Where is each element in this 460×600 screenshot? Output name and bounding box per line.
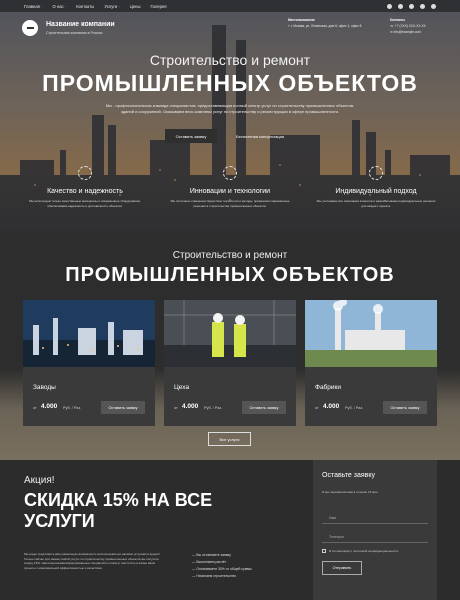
promo-step: — Выполняем расчёт: [192, 560, 227, 564]
feature-text: Мы постоянно совершенствуем свои техноло…: [170, 199, 290, 208]
promo-title: СКИДКА 15% НА ВСЕ УСЛУГИ: [24, 490, 213, 531]
card-price: 4.000: [41, 403, 58, 410]
nav-item-contacts[interactable]: Контакты: [76, 4, 94, 9]
request-button[interactable]: Оставить заявку: [165, 129, 217, 143]
company-name: Название компании: [46, 21, 115, 28]
price-prefix: от: [174, 406, 178, 410]
telegram-icon[interactable]: [387, 3, 392, 9]
promo-label: Акция!: [24, 475, 55, 486]
consent-label: Я согласен(на) с политикой конфиденциаль…: [329, 549, 399, 553]
consultation-button[interactable]: Бесплатная консультация: [224, 129, 296, 143]
address-block: Местоположение ⌖ г. Москва, ул. Ленинска…: [288, 17, 383, 29]
innovation-icon: [223, 166, 237, 180]
hero-section: Главная · О нас · Контакты Услуги · Цены…: [0, 0, 460, 232]
name-field[interactable]: Имя: [322, 512, 428, 524]
phone-link[interactable]: +7 (XXX) XXX-XX-XX: [395, 24, 426, 28]
factory-image: [305, 300, 437, 367]
hero-description: Мы - профессиональная команда специалист…: [105, 103, 355, 114]
nav-item-services[interactable]: Услуги ·: [104, 4, 119, 9]
nav-item-about[interactable]: О нас ·: [53, 4, 67, 9]
feature-title: Инновации и технологии: [189, 188, 271, 195]
whatsapp-icon[interactable]: [420, 3, 425, 9]
card-title: Фабрики: [315, 384, 341, 391]
form-subtitle: И мы перезвоним вам в течение 15 мин: [322, 490, 378, 494]
card-title: Заводы: [33, 384, 56, 391]
all-services-button[interactable]: Все услуги: [208, 432, 251, 446]
price-unit: Руб. / Раз.: [63, 406, 82, 410]
consent-row: Я согласен(на) с политикой конфиденциаль…: [322, 549, 398, 553]
card-price: 4.000: [323, 403, 340, 410]
price-unit: Руб. / Раз.: [204, 406, 223, 410]
feature-innovation: Инновации и технологии Мы постоянно сове…: [170, 166, 290, 208]
promo-step: — Вы оставляете заявку: [192, 553, 231, 557]
company-subtitle: Строительная компания в России: [46, 31, 103, 35]
email-link[interactable]: info@example.com: [394, 30, 421, 34]
services-title: Строительство и ремонт: [172, 250, 288, 261]
social-links: [387, 3, 436, 9]
feature-quality: Качество и надежность Мы используем толь…: [25, 166, 145, 208]
promo-step: — Начинаем строительство: [192, 574, 237, 578]
price-unit: Руб. / Раз.: [345, 406, 364, 410]
nav-item-home[interactable]: Главная ·: [24, 4, 43, 9]
feature-individual: Индивидуальный подход Мы учитываем все п…: [316, 166, 436, 208]
hero-title: Строительство и ремонт: [149, 52, 311, 68]
submit-button[interactable]: Отправить: [322, 561, 362, 575]
promo-steps: — Вы оставляете заявку — Выполняем расчё…: [192, 552, 252, 580]
card-request-button[interactable]: Оставить заявку: [101, 401, 145, 414]
price-prefix: от: [33, 406, 37, 410]
price-prefix: от: [315, 406, 319, 410]
card-request-button[interactable]: Оставить заявку: [242, 401, 286, 414]
phone-field[interactable]: Телефон: [322, 531, 428, 543]
service-card-factories: Фабрики от 4.000 Руб. / Раз. Оставить за…: [305, 300, 437, 426]
facebook-icon[interactable]: [398, 3, 403, 9]
top-navigation: Главная · О нас · Контакты Услуги · Цены…: [0, 0, 460, 12]
contacts-block: Контакты ☏ +7 (XXX) XXX-XX-XX ✉ info@exa…: [390, 17, 450, 35]
promo-text: Мы рады предложить вам уникальную возмож…: [24, 552, 160, 570]
card-price: 4.000: [182, 403, 199, 410]
nav-item-gallery[interactable]: Галерея: [151, 4, 167, 9]
twitter-icon[interactable]: [409, 3, 414, 9]
address-text: г. Москва, ул. Ленинская, дом 6, офис 1,…: [290, 24, 362, 28]
promo-step: — Оплачиваете 30% от общей суммы: [192, 567, 252, 571]
feature-title: Индивидуальный подход: [335, 188, 417, 195]
feature-text: Мы учитываем все пожелания клиентов и ра…: [316, 199, 436, 208]
consent-checkbox[interactable]: [322, 549, 326, 553]
plant-image: [23, 300, 155, 367]
quality-icon: [78, 166, 92, 180]
address-label: Местоположение: [288, 18, 315, 22]
snapchat-icon[interactable]: [431, 3, 436, 9]
feature-text: Мы используем только качественные матери…: [29, 199, 141, 208]
individual-icon: [369, 166, 383, 180]
card-title: Цеха: [174, 384, 190, 391]
contacts-label: Контакты: [390, 18, 406, 22]
card-request-button[interactable]: Оставить заявку: [383, 401, 427, 414]
service-card-workshops: Цеха от 4.000 Руб. / Раз. Оставить заявк…: [164, 300, 296, 426]
form-title: Оставьте заявку: [322, 472, 376, 479]
hero-title-main: ПРОМЫШЛЕННЫХ ОБЪЕКТОВ: [42, 70, 418, 96]
service-card-plants: Заводы от 4.000 Руб. / Раз. Оставить зая…: [23, 300, 155, 426]
workshop-image: [164, 300, 296, 367]
services-title-main: ПРОМЫШЛЕННЫХ ОБЪЕКТОВ: [65, 264, 395, 286]
company-logo[interactable]: [22, 20, 38, 36]
request-form: Оставьте заявку И мы перезвоним вам в те…: [313, 460, 437, 600]
nav-item-prices[interactable]: Цены: [130, 4, 141, 9]
feature-title: Качество и надежность: [47, 188, 123, 195]
services-section: Строительство и ремонт ПРОМЫШЛЕННЫХ ОБЪЕ…: [0, 232, 460, 460]
